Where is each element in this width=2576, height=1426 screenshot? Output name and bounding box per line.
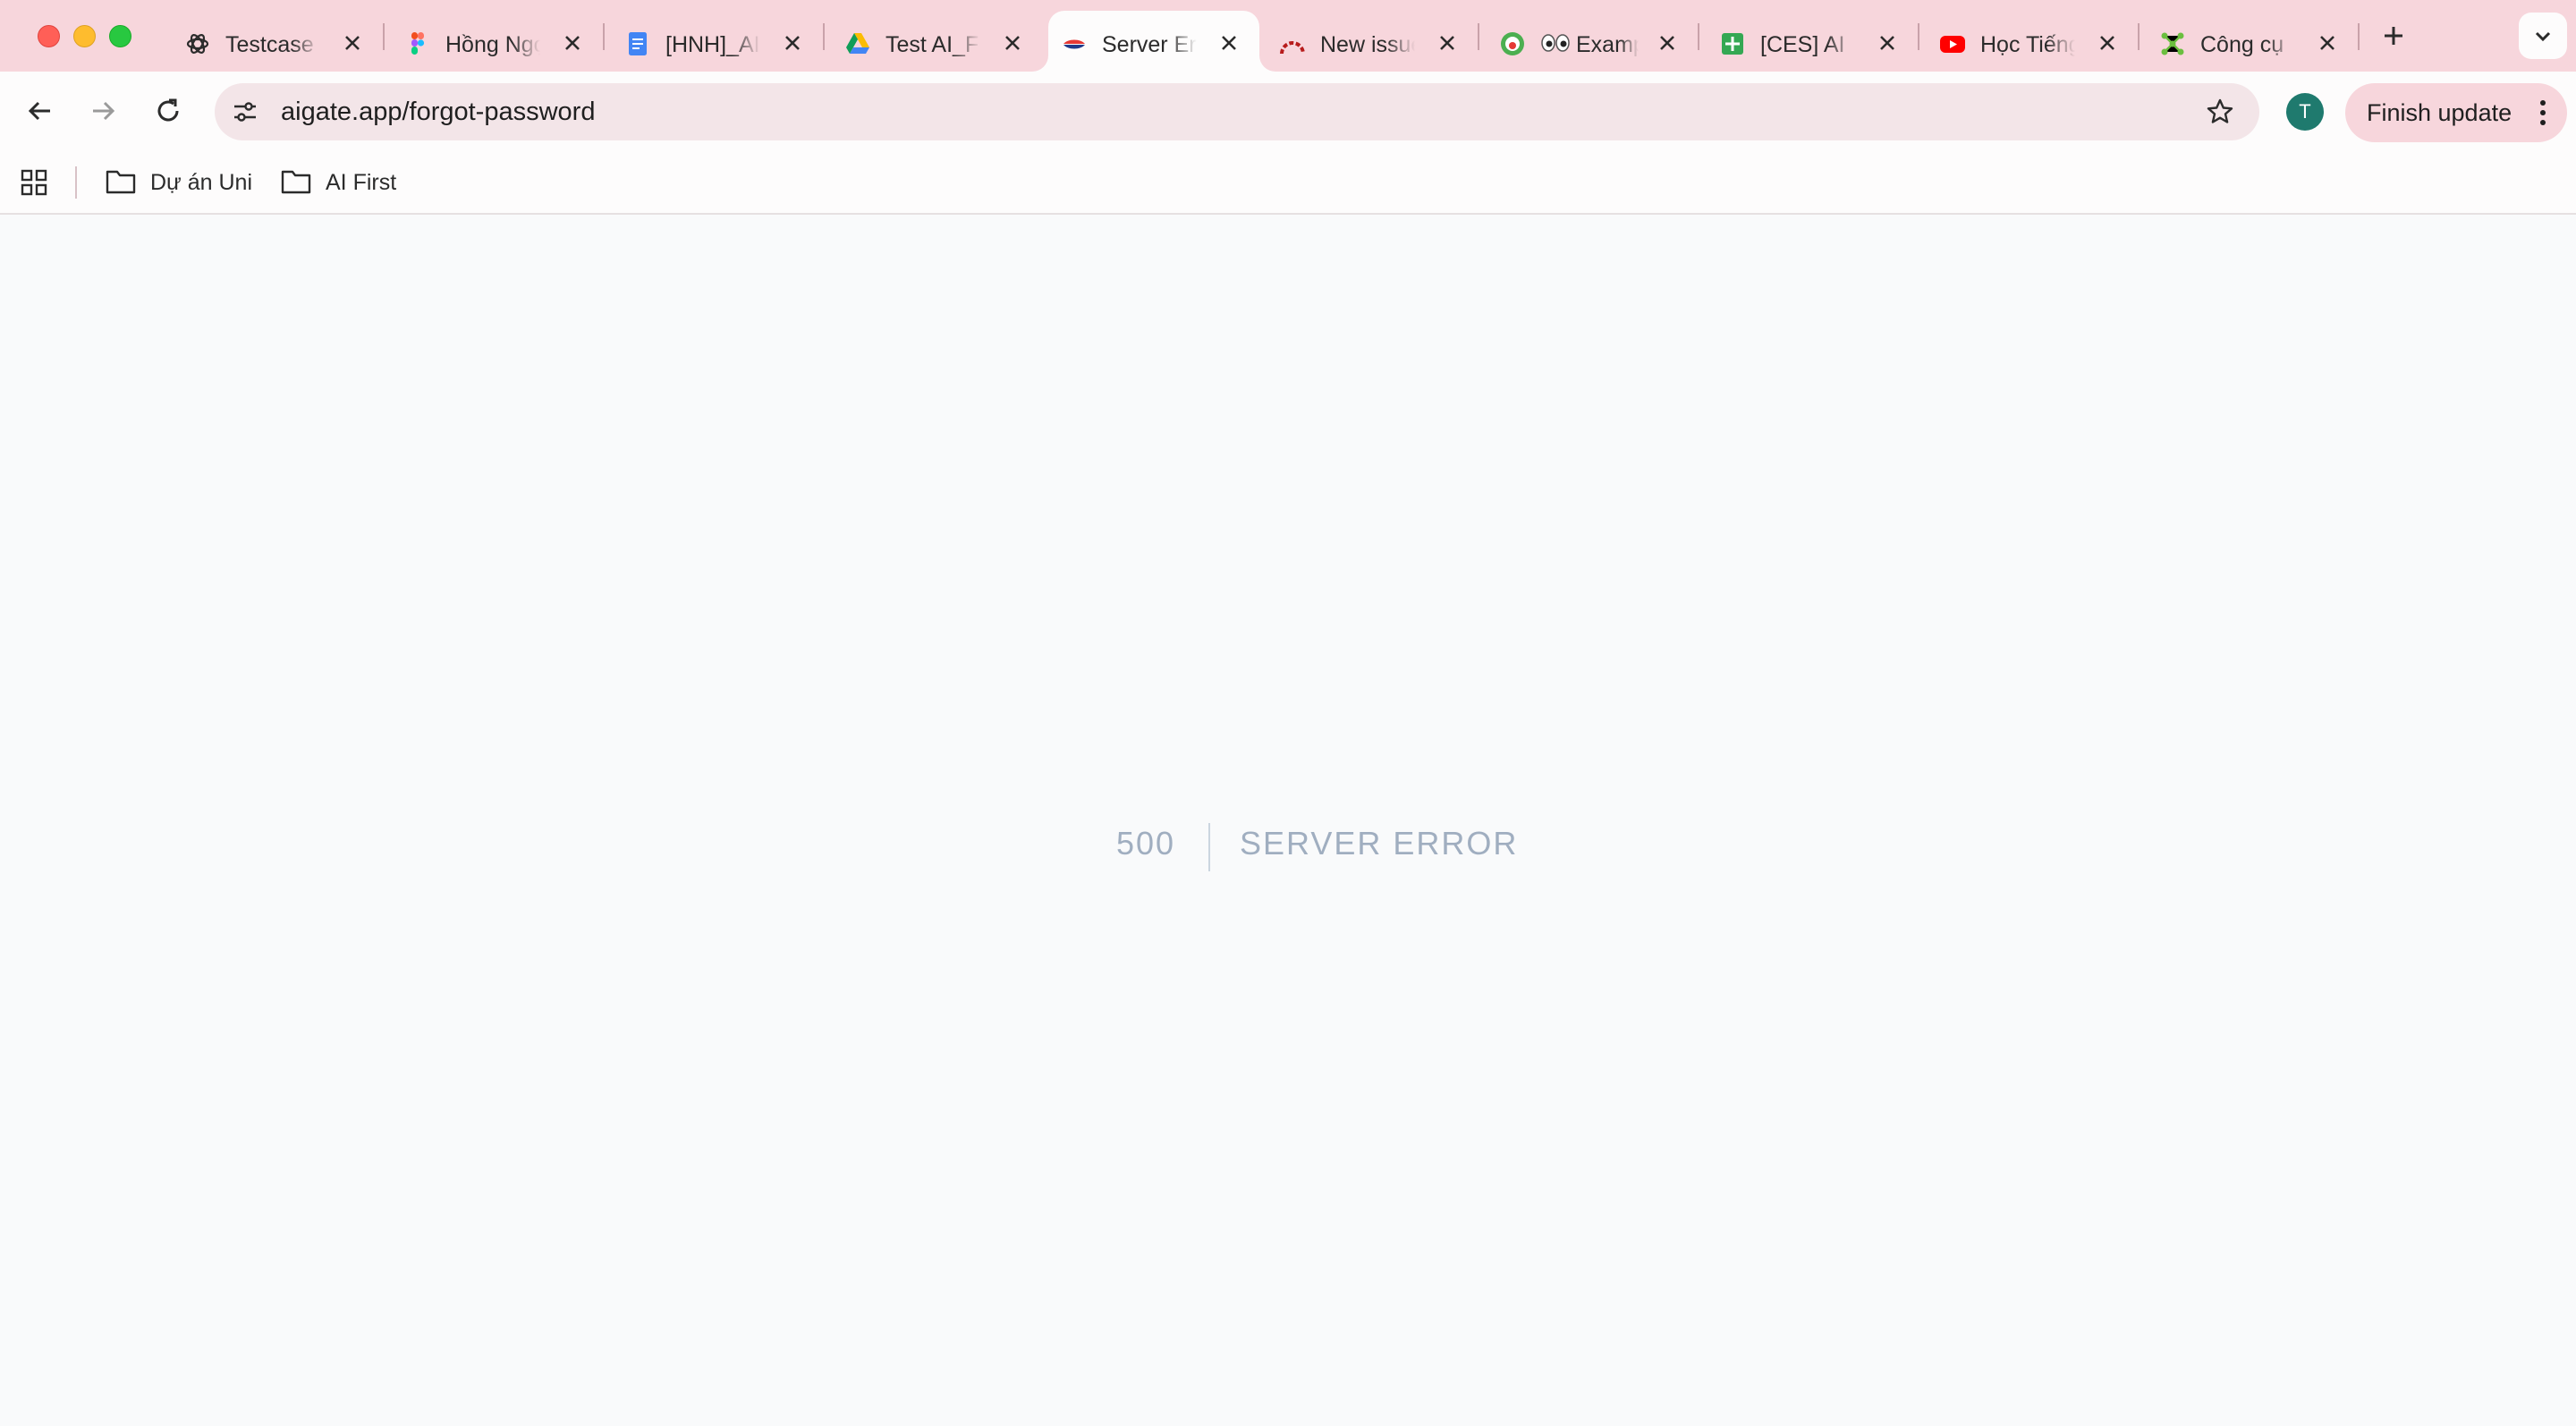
more-menu-icon[interactable] xyxy=(2538,98,2547,127)
tab-separator xyxy=(1478,23,1479,50)
profile-avatar[interactable]: T xyxy=(2286,93,2324,131)
error-message: SERVER ERROR xyxy=(1240,825,1519,862)
tab-hong-ngoc[interactable]: Hồng Ngọc xyxy=(392,11,603,72)
tab-title: Học Tiếng xyxy=(1980,32,2075,57)
minimize-window-button[interactable] xyxy=(73,25,96,47)
finish-update-label: Finish update xyxy=(2367,99,2512,126)
page-content: 500 SERVER ERROR xyxy=(0,215,2576,1426)
tab-title: Test AI_F xyxy=(886,32,979,57)
tab-separator xyxy=(383,23,385,50)
tab-title: New issue xyxy=(1320,32,1415,57)
reload-icon[interactable] xyxy=(150,93,186,129)
figma-icon xyxy=(411,32,425,55)
tab-separator xyxy=(1698,23,1699,50)
tab-server-error[interactable]: Server Error xyxy=(1048,11,1259,72)
address-url[interactable]: aigate.app/forgot-password xyxy=(281,98,595,126)
maximize-window-button[interactable] xyxy=(109,25,131,47)
youtube-icon xyxy=(1940,36,1965,53)
site-settings-icon[interactable] xyxy=(231,98,259,126)
close-icon[interactable] xyxy=(782,32,803,54)
network-icon xyxy=(2161,32,2184,55)
tab-title: Server Error xyxy=(1102,32,1197,57)
close-icon[interactable] xyxy=(2097,32,2118,54)
tab-separator xyxy=(1918,23,1919,50)
error-code: 500 xyxy=(1116,825,1176,862)
error-divider xyxy=(1208,823,1210,871)
tab-test-ai-f[interactable]: Test AI_F xyxy=(832,11,1043,72)
tab-cong-cu[interactable]: Công cụ xyxy=(2147,11,2358,72)
tab-title: Testcase xyxy=(225,32,314,57)
tab-title: Example xyxy=(1576,32,1639,57)
tab-title: [CES] AI xyxy=(1760,32,1845,57)
browser-window: Testcase Hồng Ngọc [HNH]_AI xyxy=(0,0,2576,1426)
close-icon[interactable] xyxy=(562,32,583,54)
close-icon[interactable] xyxy=(1877,32,1898,54)
close-icon[interactable] xyxy=(2317,32,2338,54)
tab-title: [HNH]_AI xyxy=(665,32,760,57)
browser-toolbar: aigate.app/forgot-password T Finish upda… xyxy=(0,72,2576,150)
close-icon[interactable] xyxy=(1657,32,1678,54)
chevron-down-icon xyxy=(2535,31,2551,42)
tab-search-button[interactable] xyxy=(2519,13,2567,59)
apps-grid-icon[interactable] xyxy=(20,168,48,197)
bookmark-star-icon[interactable] xyxy=(2204,96,2236,128)
bookmark-folder-du-an-uni[interactable]: Dự án Uni xyxy=(106,165,258,200)
tab-testcase[interactable]: Testcase xyxy=(172,11,383,72)
openai-icon xyxy=(186,34,209,54)
tab-strip: Testcase Hồng Ngọc [HNH]_AI xyxy=(0,0,2576,72)
redmine-icon xyxy=(1280,41,1305,55)
tab-hoc-tieng[interactable]: Học Tiếng xyxy=(1927,11,2138,72)
forward-icon[interactable] xyxy=(86,93,122,129)
google-sheets-icon xyxy=(1722,33,1743,55)
tab-separator xyxy=(2358,23,2360,50)
finish-update-button[interactable]: Finish update xyxy=(2345,83,2567,142)
back-icon[interactable] xyxy=(21,93,57,129)
eyes-emoji-icon xyxy=(1501,32,1524,55)
tab-ces-ai[interactable]: [CES] AI xyxy=(1707,11,1918,72)
tab-separator xyxy=(2138,23,2140,50)
bookmarks-separator xyxy=(75,166,77,199)
tab-example[interactable]: Example xyxy=(1487,11,1698,72)
close-icon[interactable] xyxy=(1436,32,1458,54)
tab-hnh-ai[interactable]: [HNH]_AI xyxy=(612,11,823,72)
tab-separator xyxy=(823,23,825,50)
close-icon[interactable] xyxy=(1002,32,1023,54)
new-tab-icon[interactable] xyxy=(2377,20,2410,52)
close-icon[interactable] xyxy=(342,32,363,54)
bookmark-label: Dự án Uni xyxy=(150,170,253,195)
tab-title: Hồng Ngọc xyxy=(445,32,540,57)
close-icon[interactable] xyxy=(1218,32,1240,54)
bookmark-folder-ai-first[interactable]: AI First xyxy=(281,165,415,200)
bookmarks-bar: Dự án Uni AI First xyxy=(0,150,2576,215)
tab-new-issue[interactable]: New issue xyxy=(1267,11,1478,72)
bookmark-label: AI First xyxy=(326,170,397,195)
tab-separator xyxy=(603,23,605,50)
folder-icon xyxy=(281,170,311,194)
address-bar[interactable]: aigate.app/forgot-password xyxy=(215,83,2259,140)
close-window-button[interactable] xyxy=(38,25,60,47)
google-docs-icon xyxy=(629,32,647,55)
tab-title: Công cụ xyxy=(2200,32,2284,57)
eyes-icon xyxy=(1541,34,1570,52)
folder-icon xyxy=(106,170,136,194)
google-drive-icon xyxy=(846,33,869,54)
aigate-icon xyxy=(1063,39,1085,49)
